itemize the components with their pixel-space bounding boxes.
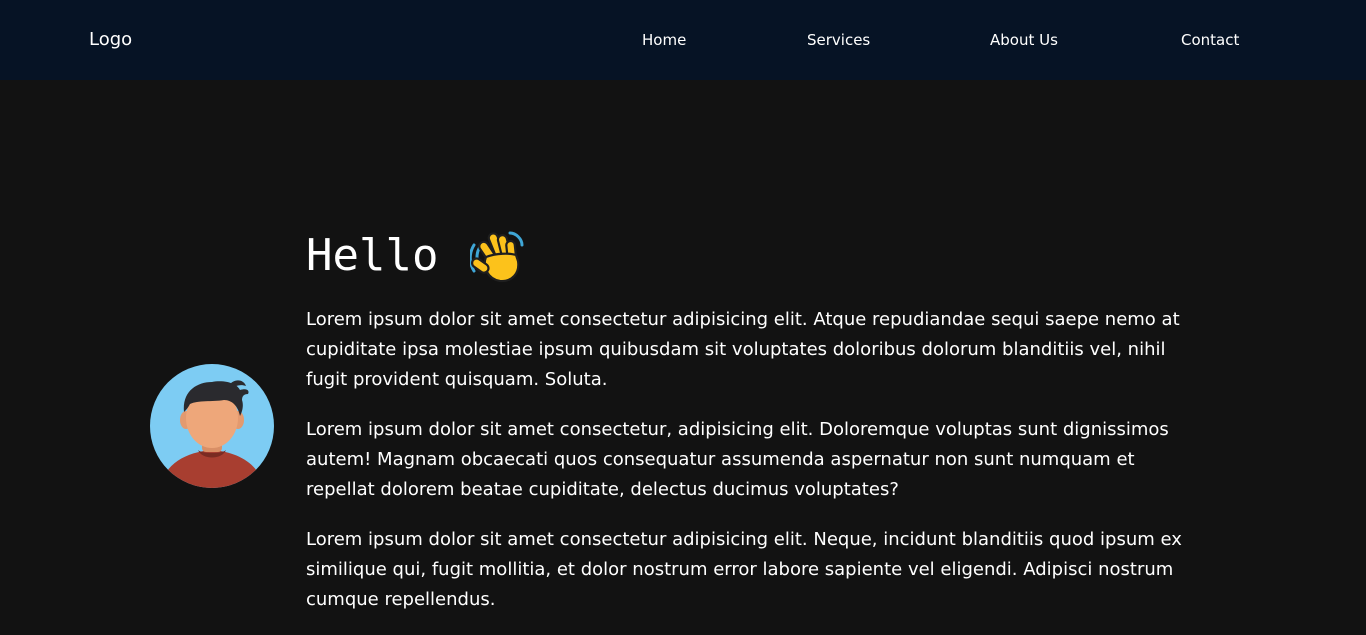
- greeting-heading: Hello: [306, 226, 528, 286]
- navbar: Logo Home Services About Us Contact: [0, 0, 1366, 80]
- paragraph: Lorem ipsum dolor sit amet consectetur a…: [306, 529, 1182, 610]
- nav-link-services[interactable]: Services: [807, 30, 870, 50]
- waving-hand-icon: [470, 231, 524, 283]
- paragraph: Lorem ipsum dolor sit amet consectetur a…: [306, 309, 1180, 390]
- nav-link-about-us[interactable]: About Us: [990, 30, 1058, 50]
- nav-link-contact[interactable]: Contact: [1181, 30, 1239, 50]
- hero-content: Lorem ipsum dolor sit amet consectetur a…: [306, 305, 1186, 635]
- nav-link-home[interactable]: Home: [642, 30, 686, 50]
- paragraph: Lorem ipsum dolor sit amet consectetur, …: [306, 419, 1169, 500]
- avatar: [150, 364, 274, 488]
- greeting-text: Hello: [306, 230, 439, 281]
- logo[interactable]: Logo: [89, 28, 132, 52]
